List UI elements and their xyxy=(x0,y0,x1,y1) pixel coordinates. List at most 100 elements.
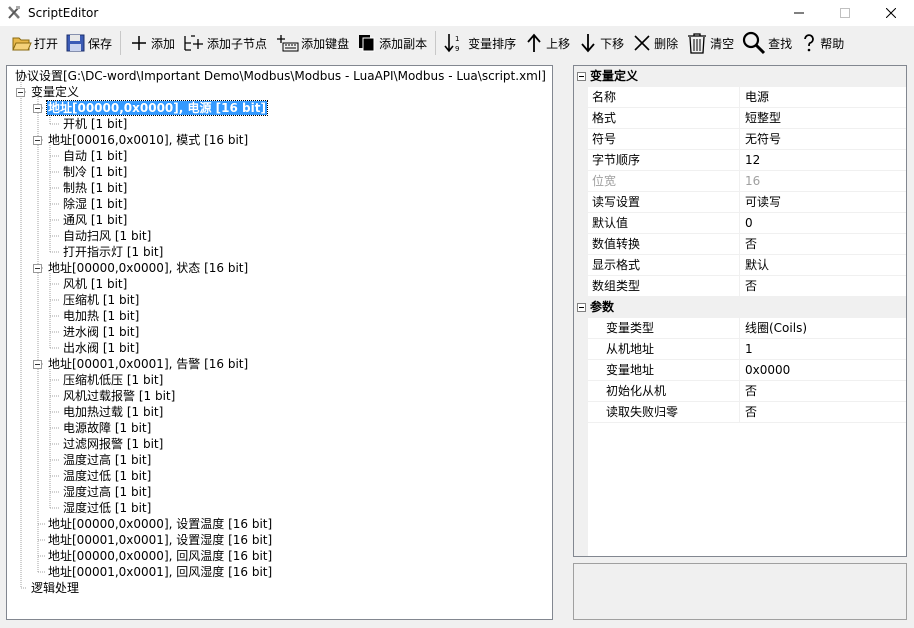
maximize-button[interactable] xyxy=(822,0,868,26)
tree-node-bit[interactable]: 压缩机 [1 bit] xyxy=(62,292,140,308)
add-child-button[interactable]: 添加子节点 xyxy=(179,29,271,57)
plus-icon xyxy=(132,36,147,50)
property-category-parameters[interactable]: 参数 xyxy=(574,297,906,318)
property-row[interactable]: 格式 短整型 xyxy=(574,108,906,129)
collapse-toggle-icon[interactable] xyxy=(33,136,42,145)
property-value[interactable]: 默认 xyxy=(743,255,769,276)
tree-node-bit[interactable]: 开机 [1 bit] xyxy=(62,116,128,132)
property-value[interactable]: 否 xyxy=(743,234,757,255)
property-grid[interactable]: 变量定义 名称 电源 格式 短整型 符号 无符号 字节顺序 12 位宽 16 读写设置 可读写 默认值 0 数… xyxy=(573,65,907,557)
property-value[interactable]: 否 xyxy=(743,276,757,297)
property-value[interactable]: 0x0000 xyxy=(743,360,790,381)
property-value[interactable]: 电源 xyxy=(743,87,769,108)
property-name: 默认值 xyxy=(590,213,740,234)
collapse-toggle-icon[interactable] xyxy=(577,303,586,312)
tree-node-bit[interactable]: 制热 [1 bit] xyxy=(62,180,128,196)
sort-variables-button[interactable]: 1 9 变量排序 xyxy=(440,29,520,57)
tree-node-logic-processing[interactable]: 逻辑处理 xyxy=(30,580,80,596)
property-row[interactable]: 数组类型否 xyxy=(574,276,906,297)
tree-node-bit[interactable]: 打开指示灯 [1 bit] xyxy=(62,244,164,260)
property-row[interactable]: 读写设置 可读写 xyxy=(574,192,906,213)
tree-node-bit[interactable]: 电加热 [1 bit] xyxy=(62,308,140,324)
tree-node-register[interactable]: 地址[00001,0x0001], 设置湿度 [16 bit] xyxy=(47,532,273,548)
tree-node-bit[interactable]: 自动扫风 [1 bit] xyxy=(62,228,152,244)
property-row[interactable]: 名称 电源 xyxy=(574,87,906,108)
property-row[interactable]: 字节顺序 12 xyxy=(574,150,906,171)
collapse-toggle-icon[interactable] xyxy=(577,72,586,81)
tree-node-bit[interactable]: 压缩机低压 [1 bit] xyxy=(62,372,164,388)
property-row[interactable]: 从机地址 1 xyxy=(574,339,906,360)
tree-node-bit[interactable]: 除湿 [1 bit] xyxy=(62,196,128,212)
tree-node-register[interactable]: 地址[00016,0x0010], 模式 [16 bit] xyxy=(47,132,249,148)
property-row[interactable]: 变量地址 0x0000 xyxy=(574,360,906,381)
property-row[interactable]: 变量类型 线圈(Coils) xyxy=(574,318,906,339)
tree-node-bit[interactable]: 制冷 [1 bit] xyxy=(62,164,128,180)
property-value[interactable]: 否 xyxy=(743,381,757,402)
property-row[interactable]: 符号 无符号 xyxy=(574,129,906,150)
property-value[interactable]: 线圈(Coils) xyxy=(743,318,807,339)
property-value[interactable]: 0 xyxy=(743,213,753,234)
collapse-toggle-icon[interactable] xyxy=(33,264,42,273)
search-icon xyxy=(743,31,766,55)
property-value[interactable]: 可读写 xyxy=(743,192,781,213)
status-strip xyxy=(0,622,914,628)
add-keyboard-button[interactable]: 添加键盘 xyxy=(271,29,353,57)
collapse-toggle-icon[interactable] xyxy=(33,104,42,113)
property-row[interactable]: 默认值 0 xyxy=(574,213,906,234)
minimize-button[interactable] xyxy=(776,0,822,26)
property-row[interactable]: 数值转换否 xyxy=(574,234,906,255)
tree-node-bit[interactable]: 出水阀 [1 bit] xyxy=(62,340,140,356)
tree-node-bit[interactable]: 电源故障 [1 bit] xyxy=(62,420,152,436)
open-button[interactable]: 打开 xyxy=(8,29,62,57)
help-button[interactable]: 帮助 xyxy=(796,29,848,57)
add-button[interactable]: 添加 xyxy=(125,29,179,57)
save-button[interactable]: 保存 xyxy=(62,29,116,57)
property-row[interactable]: 初始化从机否 xyxy=(574,381,906,402)
tree-node-register[interactable]: 地址[00000,0x0000], 状态 [16 bit] xyxy=(47,260,249,276)
tree-node-bit[interactable]: 温度过低 [1 bit] xyxy=(62,468,152,484)
tree-node-bit[interactable]: 电加热过载 [1 bit] xyxy=(62,404,164,420)
tree-node-register[interactable]: 地址[00000,0x0000], 设置温度 [16 bit] xyxy=(47,516,273,532)
collapse-toggle-icon[interactable] xyxy=(16,88,25,97)
toolbar-separator xyxy=(120,31,122,55)
find-button[interactable]: 查找 xyxy=(738,29,796,57)
property-name: 读取失败归零 xyxy=(590,402,740,423)
maximize-icon xyxy=(840,8,850,18)
close-button[interactable] xyxy=(868,0,914,26)
add-copy-button[interactable]: 添加副本 xyxy=(353,29,431,57)
window-controls xyxy=(776,0,914,26)
clear-button[interactable]: 清空 xyxy=(682,29,738,57)
property-value[interactable]: 否 xyxy=(743,402,757,423)
tree-node-bit[interactable]: 湿度过低 [1 bit] xyxy=(62,500,152,516)
property-value[interactable]: 短整型 xyxy=(743,108,781,129)
move-down-button[interactable]: 下移 xyxy=(574,29,628,57)
property-value[interactable]: 1 xyxy=(743,339,753,360)
tree-node-bit[interactable]: 进水阀 [1 bit] xyxy=(62,324,140,340)
tree-node-variable-definitions[interactable]: 变量定义 xyxy=(30,84,80,100)
tree-node-register[interactable]: 地址[00000,0x0000], 电源 [16 bit] xyxy=(46,100,268,116)
delete-button[interactable]: 删除 xyxy=(628,29,682,57)
toolbar-separator xyxy=(435,31,437,55)
tree-node-register[interactable]: 地址[00000,0x0000], 回风温度 [16 bit] xyxy=(47,548,273,564)
collapse-toggle-icon[interactable] xyxy=(33,360,42,369)
property-value[interactable]: 无符号 xyxy=(743,129,781,150)
tree-node-bit[interactable]: 风机过载报警 [1 bit] xyxy=(62,388,176,404)
tree-node-bit[interactable]: 温度过高 [1 bit] xyxy=(62,452,152,468)
tree-node-bit[interactable]: 风机 [1 bit] xyxy=(62,276,128,292)
property-row[interactable]: 显示格式 默认 xyxy=(574,255,906,276)
tree-node-register[interactable]: 地址[00001,0x0001], 告警 [16 bit] xyxy=(47,356,249,372)
folder-open-icon xyxy=(12,37,32,51)
app-icon xyxy=(8,6,20,19)
move-up-button[interactable]: 上移 xyxy=(520,29,574,57)
property-category-variable-definition[interactable]: 变量定义 xyxy=(574,66,906,87)
tree-root-node[interactable]: 协议设置[G:\DC-word\Important Demo\Modbus\Mo… xyxy=(14,68,547,84)
tree-node-bit[interactable]: 通风 [1 bit] xyxy=(62,212,128,228)
tree-node-bit[interactable]: 湿度过高 [1 bit] xyxy=(62,484,152,500)
tree-node-bit[interactable]: 过滤网报警 [1 bit] xyxy=(62,436,164,452)
tree-view[interactable]: 协议设置[G:\DC-word\Important Demo\Modbus\Mo… xyxy=(6,65,553,620)
property-row[interactable]: 读取失败归零否 xyxy=(574,402,906,423)
tree-node-register[interactable]: 地址[00001,0x0001], 回风湿度 [16 bit] xyxy=(47,564,273,580)
tree-node-bit[interactable]: 自动 [1 bit] xyxy=(62,148,128,164)
property-row[interactable]: 位宽 16 xyxy=(574,171,906,192)
property-value[interactable]: 12 xyxy=(743,150,760,171)
